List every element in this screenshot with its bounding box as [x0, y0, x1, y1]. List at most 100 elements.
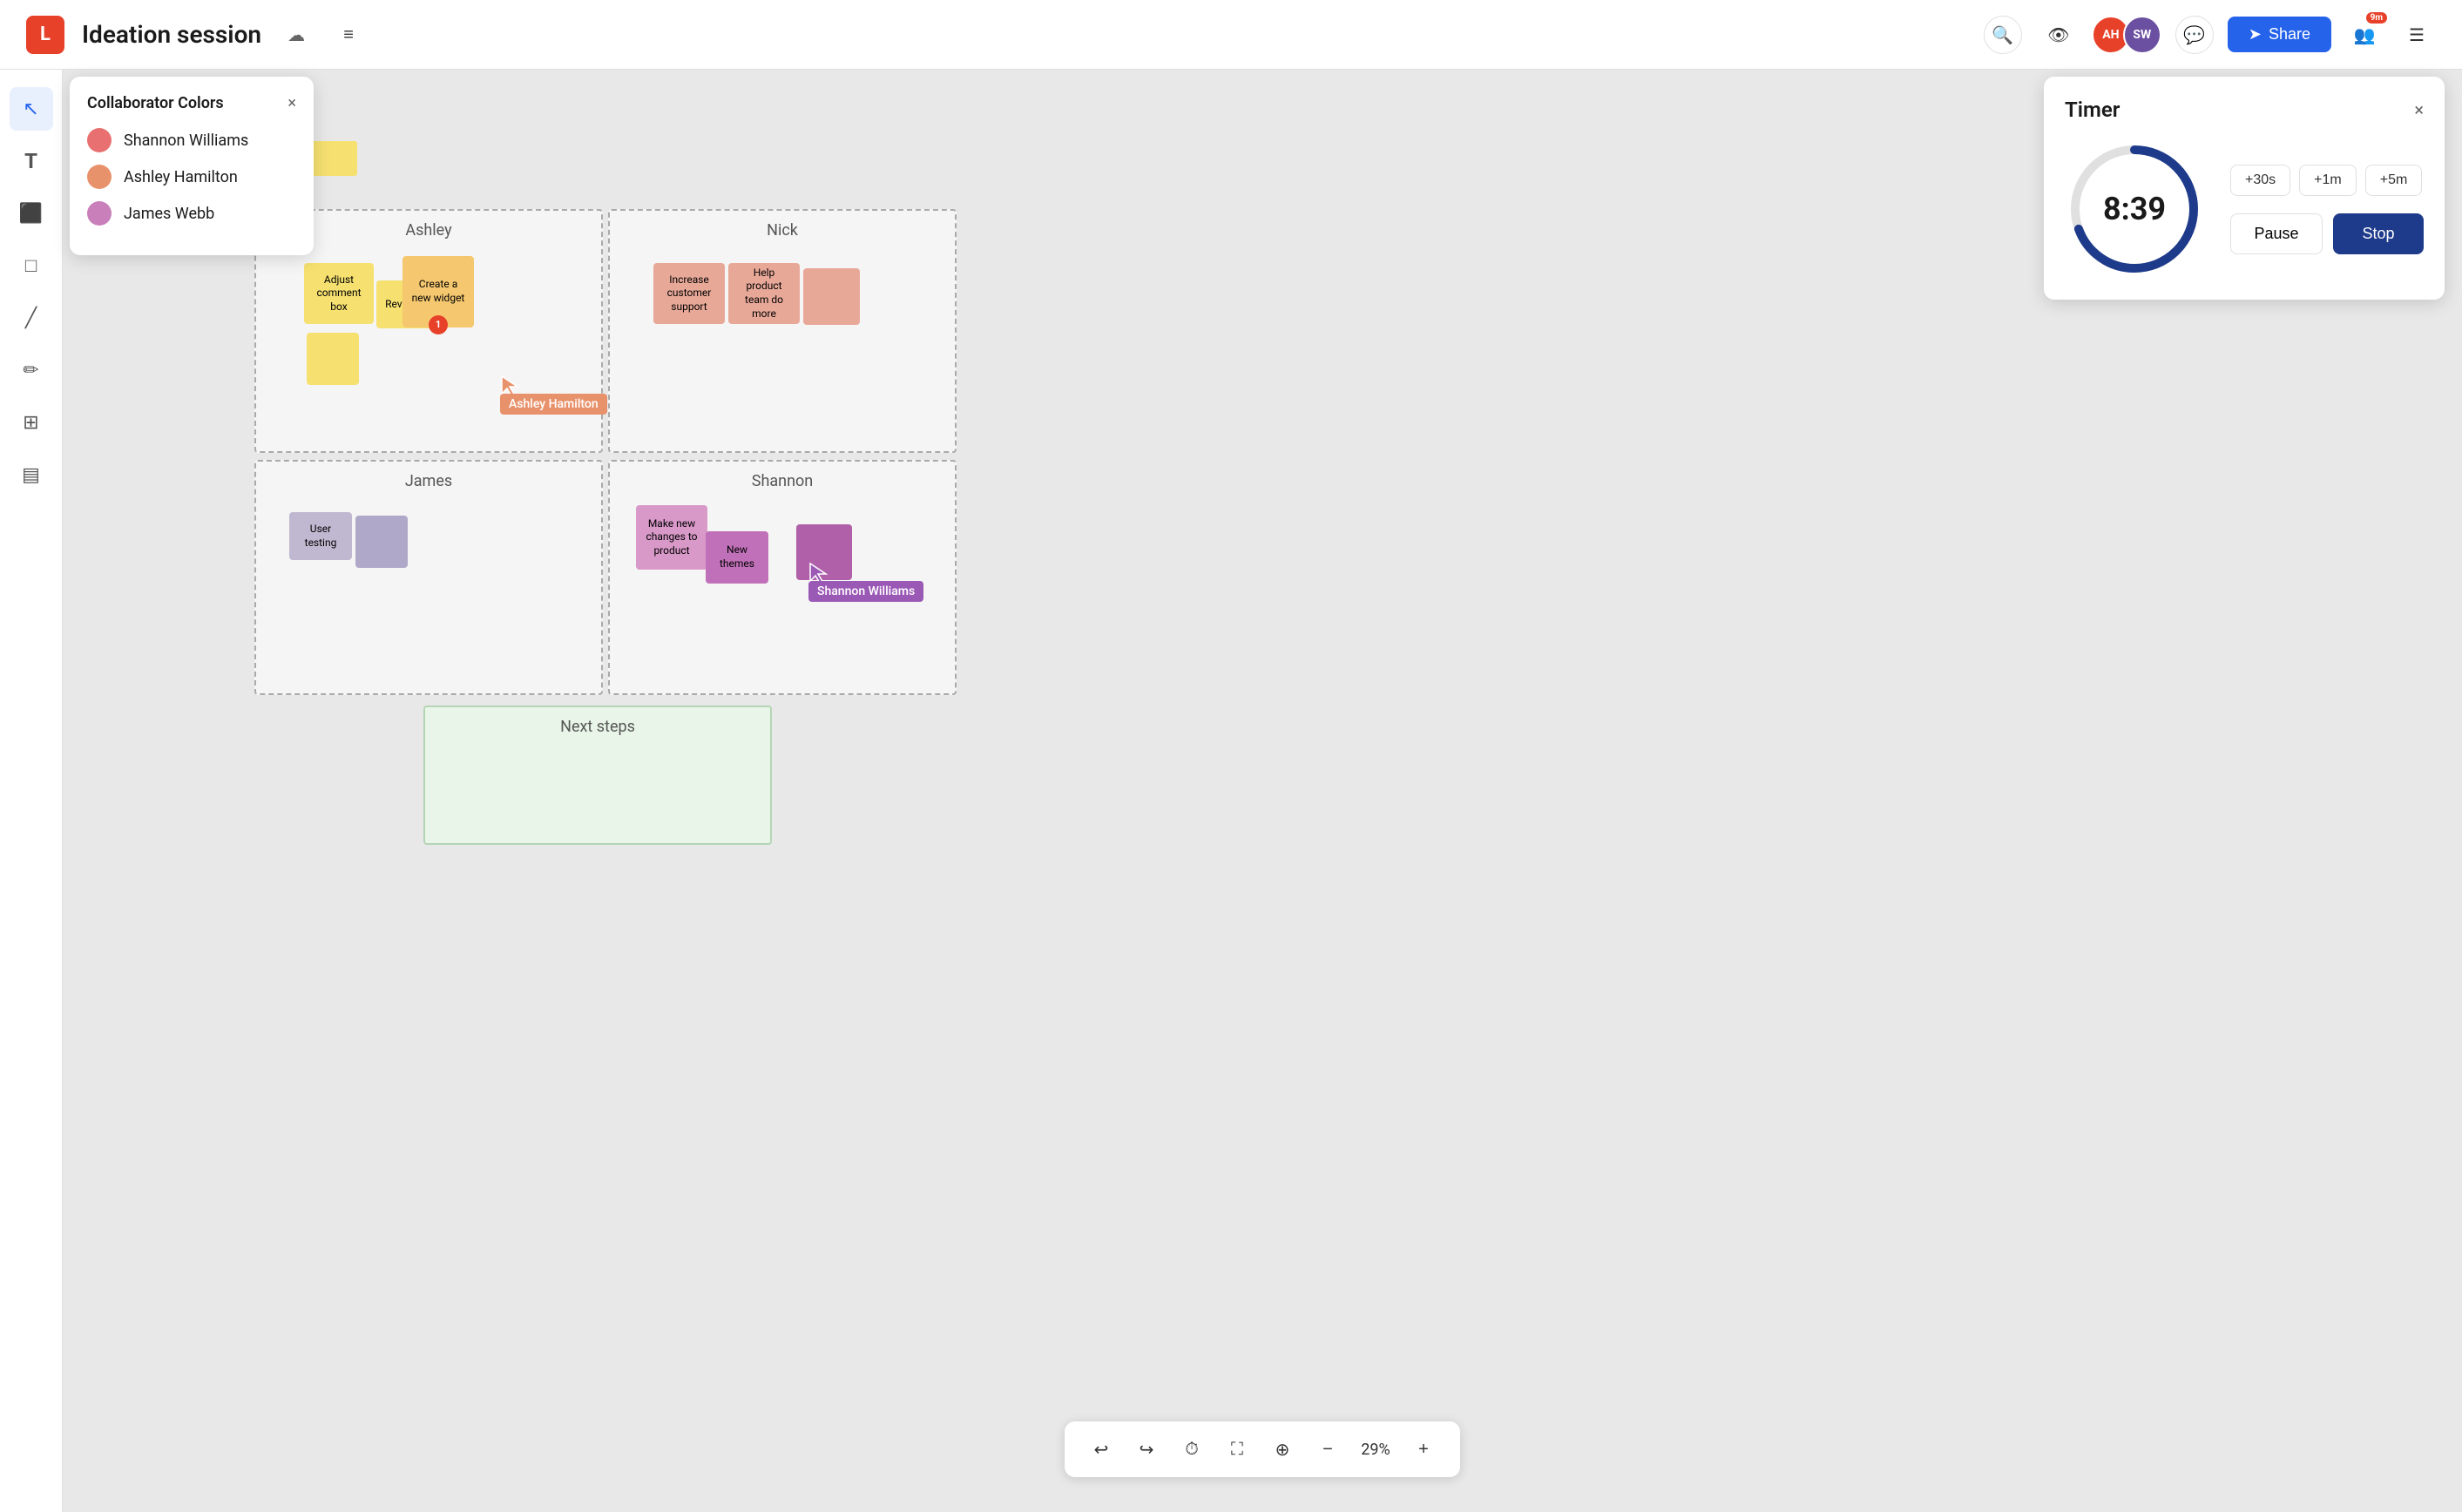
sidebar-tool-table[interactable]: ▤: [10, 453, 53, 496]
collab-name-shannon: Shannon Williams: [124, 132, 248, 150]
search-icon: 🔍: [1992, 24, 2013, 45]
collab-panel-header: Collaborator Colors ×: [87, 94, 296, 112]
sidebar-tool-select[interactable]: ↖: [10, 87, 53, 131]
quadrant-shannon: Shannon Make new changes to product New …: [608, 460, 957, 695]
sidebar-tool-frame[interactable]: ⬛: [10, 192, 53, 235]
avatar-sw[interactable]: SW: [2123, 16, 2161, 54]
frame-icon: ⬛: [19, 203, 43, 225]
collab-name-james: James Webb: [124, 205, 214, 223]
text-icon: T: [24, 149, 37, 173]
collab-dot-james: [87, 201, 112, 226]
timer-controls: +30s +1m +5m Pause Stop: [2230, 165, 2424, 254]
location-button[interactable]: ⊕: [1263, 1430, 1302, 1468]
history-icon: ⏱: [1185, 1440, 1199, 1460]
eye-button[interactable]: 👁: [2039, 16, 2078, 54]
list-icon: ☰: [2409, 24, 2425, 45]
quadrant-shannon-label: Shannon: [752, 472, 813, 490]
cloud-button[interactable]: ☁: [279, 17, 314, 52]
app-logo[interactable]: L: [26, 16, 64, 54]
topbar-right: 👁 AH SW 💬 ➤ Share 👥 9m ☰: [2039, 16, 2436, 54]
comment-icon: 💬: [2183, 24, 2205, 45]
sticky-help-product[interactable]: Help product team do more: [728, 263, 800, 324]
collab-item-james: James Webb: [87, 201, 296, 226]
sticky-purple-blank[interactable]: [355, 516, 408, 568]
comment-button[interactable]: 💬: [2175, 16, 2214, 54]
history-button[interactable]: ⏱: [1173, 1430, 1211, 1468]
zoom-in-button[interactable]: +: [1404, 1430, 1443, 1468]
share-button[interactable]: ➤ Share: [2228, 17, 2331, 52]
timer-display: 8:39: [2103, 191, 2166, 227]
eye-icon: 👁: [2047, 24, 2069, 45]
quadrant-nick: Nick Increase customer support Help prod…: [608, 209, 957, 453]
zoom-out-button[interactable]: −: [1309, 1430, 1347, 1468]
collab-dot-ashley: [87, 165, 112, 189]
timer-panel-header: Timer ×: [2065, 98, 2424, 122]
line-icon: ╱: [25, 307, 37, 329]
collab-close-button[interactable]: ×: [287, 94, 296, 112]
timer-stop-button[interactable]: Stop: [2333, 213, 2424, 254]
timer-quick-btns: +30s +1m +5m: [2230, 165, 2424, 196]
timer-circle: 8:39: [2065, 139, 2204, 279]
people-badge: 9m: [2366, 12, 2387, 24]
redo-button[interactable]: ↪: [1127, 1430, 1166, 1468]
bottom-toolbar: ↩ ↪ ⏱ ⛶ ⊕ − 29% +: [1065, 1421, 1460, 1477]
menu-button[interactable]: ≡: [331, 17, 366, 52]
timer-panel: Timer × 8:39 +30s +1m +5m Pause Stop: [2044, 77, 2445, 300]
table-icon: ▤: [22, 464, 40, 486]
sticky-new-themes[interactable]: New themes: [706, 531, 768, 584]
timer-plus30s[interactable]: +30s: [2230, 165, 2290, 196]
fullscreen-icon: ⛶: [1231, 1440, 1243, 1460]
sticky-create-widget[interactable]: Create a new widget 1: [402, 256, 474, 327]
list-button[interactable]: ☰: [2398, 16, 2436, 54]
avatar-stack: AH SW: [2092, 16, 2161, 54]
page-title: Ideation session: [82, 20, 261, 49]
timer-plus1m[interactable]: +1m: [2299, 165, 2357, 196]
menu-icon: ≡: [343, 24, 354, 45]
sticky-increase-support[interactable]: Increase customer support: [653, 263, 725, 324]
shannon-cursor: Shannon Williams: [808, 562, 828, 588]
sticky-adjust[interactable]: Adjust comment box: [304, 263, 374, 324]
collab-dot-shannon: [87, 128, 112, 152]
rect-icon: □: [25, 254, 37, 277]
zoom-level: 29%: [1354, 1441, 1397, 1459]
sticky-make-changes[interactable]: Make new changes to product: [636, 505, 707, 570]
sidebar-tool-text[interactable]: T: [10, 139, 53, 183]
collab-panel-title: Collaborator Colors: [87, 94, 224, 112]
timer-plus5m[interactable]: +5m: [2365, 165, 2423, 196]
sticky-yellow-blank[interactable]: [307, 333, 359, 385]
timer-pause-button[interactable]: Pause: [2230, 213, 2323, 254]
people-button[interactable]: 👥 9m: [2345, 16, 2384, 54]
timer-title: Timer: [2065, 98, 2120, 122]
zoom-out-icon: −: [1322, 1440, 1333, 1460]
quadrant-james-label: James: [405, 472, 452, 490]
quadrant-james: James User testing: [254, 460, 603, 695]
redo-icon: ↪: [1140, 1439, 1154, 1461]
shannon-cursor-label: Shannon Williams: [808, 581, 923, 602]
pen-icon: ✏: [23, 360, 38, 381]
sidebar: ↖ T ⬛ □ ╱ ✏ ⊞ ▤: [0, 70, 63, 1512]
sidebar-tool-rect[interactable]: □: [10, 244, 53, 287]
timer-body: 8:39 +30s +1m +5m Pause Stop: [2065, 139, 2424, 279]
timer-action-btns: Pause Stop: [2230, 213, 2424, 254]
collaborator-colors-panel: Collaborator Colors × Shannon Williams A…: [70, 77, 314, 255]
ashley-cursor: Ashley Hamilton: [500, 375, 519, 401]
fullscreen-button[interactable]: ⛶: [1218, 1430, 1256, 1468]
location-icon: ⊕: [1275, 1439, 1290, 1461]
next-steps-section: Next steps: [423, 705, 772, 845]
quadrant-ashley-label: Ashley: [405, 221, 451, 240]
sidebar-tool-grid[interactable]: ⊞: [10, 401, 53, 444]
sticky-pink-blank[interactable]: [803, 268, 860, 325]
people-icon: 👥: [2354, 24, 2376, 45]
timer-close-button[interactable]: ×: [2414, 99, 2424, 120]
sidebar-tool-line[interactable]: ╱: [10, 296, 53, 340]
zoom-in-icon: +: [1418, 1440, 1429, 1460]
ashley-cursor-label: Ashley Hamilton: [500, 394, 607, 415]
undo-button[interactable]: ↩: [1082, 1430, 1120, 1468]
collab-item-ashley: Ashley Hamilton: [87, 165, 296, 189]
sidebar-tool-pen[interactable]: ✏: [10, 348, 53, 392]
grid-icon: ⊞: [23, 412, 38, 434]
undo-icon: ↩: [1094, 1439, 1109, 1461]
select-icon: ↖: [23, 98, 38, 120]
sticky-user-testing[interactable]: User testing: [289, 512, 352, 560]
search-button[interactable]: 🔍: [1984, 16, 2022, 54]
